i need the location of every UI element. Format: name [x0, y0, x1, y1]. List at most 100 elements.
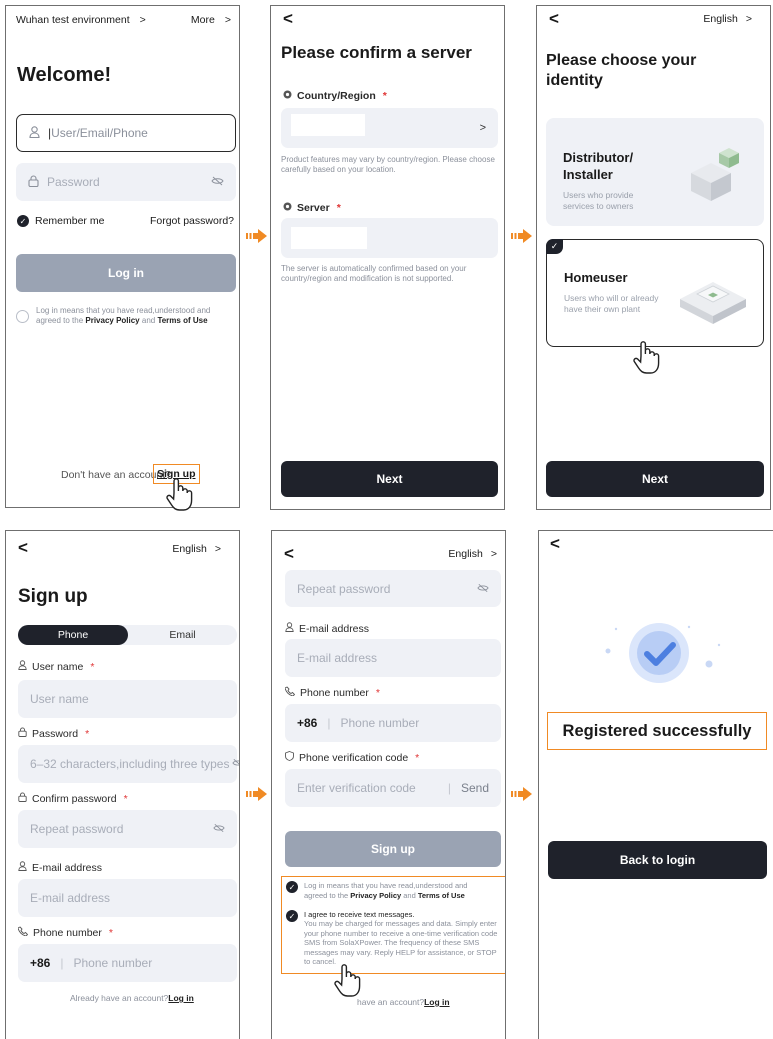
- arrow-right-icon: [246, 229, 267, 243]
- consent-text-2: agreed to the: [304, 890, 351, 900]
- next-button[interactable]: Next: [546, 461, 764, 497]
- page-title: Sign up: [18, 586, 88, 607]
- back-button[interactable]: <: [549, 9, 559, 29]
- password-label-row: Password *: [18, 727, 89, 740]
- tab-phone[interactable]: Phone: [18, 625, 128, 645]
- terms-link[interactable]: Terms of Use: [418, 891, 465, 900]
- login-button[interactable]: Log in: [16, 254, 236, 292]
- next-button[interactable]: Next: [281, 461, 498, 497]
- email-input[interactable]: E-mail address: [285, 639, 501, 677]
- country-code[interactable]: +86: [297, 716, 317, 730]
- language-label: English: [703, 13, 738, 25]
- consent-text: Log in means that you have read,understo…: [304, 881, 468, 890]
- language-selector[interactable]: English >: [703, 13, 752, 25]
- phone-input[interactable]: +86 | Phone number: [285, 704, 501, 742]
- have-account-row: have an account?Log in: [357, 997, 450, 1007]
- eye-off-icon[interactable]: [211, 175, 224, 189]
- privacy-consent-row[interactable]: ✓ Log in means that you have read,unders…: [286, 881, 467, 901]
- required-mark: *: [85, 727, 90, 740]
- arrow-right-icon: [246, 787, 267, 801]
- hand-pointer-icon: [334, 964, 361, 997]
- success-message: Registered successfully: [547, 712, 767, 750]
- environment-label: Wuhan test environment: [16, 14, 130, 26]
- chevron-right-icon: >: [479, 122, 486, 134]
- building-illustration-icon: [691, 148, 739, 201]
- send-code-button[interactable]: Send: [461, 781, 489, 795]
- agreement-text-2: agreed to the: [36, 316, 86, 326]
- verify-label: Phone verification code: [299, 751, 409, 764]
- remember-me-checkbox[interactable]: ✓ Remember me: [17, 215, 104, 227]
- password-input[interactable]: 6–32 characters,including three types: [18, 745, 239, 783]
- email-input[interactable]: E-mail address: [18, 879, 237, 917]
- phone-label-row: Phone number *: [17, 926, 113, 939]
- eye-off-icon[interactable]: [229, 757, 239, 771]
- redacted-value: [291, 114, 365, 136]
- password-placeholder: Password: [47, 175, 100, 189]
- login-link[interactable]: Log in: [168, 993, 194, 1003]
- phone-label: Phone number: [300, 686, 369, 699]
- eye-off-icon[interactable]: [213, 822, 225, 836]
- globe-icon: [283, 90, 292, 102]
- repeat-password-input[interactable]: Repeat password: [285, 570, 501, 607]
- back-button[interactable]: <: [18, 538, 28, 558]
- homeuser-card[interactable]: ✓ Homeuser Users who will or already hav…: [546, 239, 764, 347]
- forgot-password-link[interactable]: Forgot password?: [150, 215, 234, 227]
- verification-code-input[interactable]: Enter verification code | Send: [285, 769, 501, 807]
- have-account-text: have an account?: [357, 997, 425, 1007]
- back-button[interactable]: <: [283, 9, 293, 29]
- back-button[interactable]: <: [550, 534, 560, 554]
- confirm-server-screen: < Please confirm a server Country/Region…: [270, 5, 505, 510]
- back-to-login-button[interactable]: Back to login: [548, 841, 767, 879]
- distributor-title: Distributor/ Installer: [563, 150, 633, 184]
- confirm-placeholder: Repeat password: [30, 822, 124, 836]
- eye-off-icon[interactable]: [477, 582, 489, 596]
- sms-consent-title: I agree to receive text messages.: [304, 910, 415, 919]
- email-placeholder: E-mail address: [30, 891, 111, 905]
- and-text: and: [401, 890, 418, 900]
- user-placeholder: User/Email/Phone: [51, 126, 148, 140]
- user-icon: [18, 660, 27, 673]
- username-input[interactable]: User name: [18, 680, 237, 718]
- redacted-value: [291, 227, 367, 249]
- confirm-label: Confirm password: [32, 792, 117, 805]
- arrow-right-icon: [511, 787, 532, 801]
- country-label: Country/Region: [297, 90, 376, 102]
- agreement-radio[interactable]: [16, 310, 29, 323]
- signup-method-tabs: Phone Email: [18, 625, 237, 645]
- user-icon: [29, 125, 40, 141]
- confirm-password-input[interactable]: Repeat password: [18, 810, 237, 848]
- privacy-policy-link[interactable]: Privacy Policy: [350, 891, 401, 900]
- required-mark: *: [375, 686, 380, 699]
- user-input[interactable]: | User/Email/Phone: [16, 114, 236, 152]
- email-label-row: E-mail address: [18, 861, 102, 874]
- email-label: E-mail address: [32, 861, 103, 874]
- tab-email[interactable]: Email: [128, 625, 237, 645]
- sign-up-button[interactable]: Sign up: [285, 831, 501, 867]
- phone-input[interactable]: +86 | Phone number: [18, 944, 237, 982]
- more-menu[interactable]: More >: [191, 14, 231, 26]
- username-placeholder: User name: [30, 692, 89, 706]
- required-mark: *: [415, 751, 420, 764]
- distributor-card[interactable]: Distributor/ Installer Users who provide…: [546, 118, 764, 226]
- phone-label: Phone number: [33, 926, 102, 939]
- privacy-policy-link[interactable]: Privacy Policy: [85, 316, 139, 325]
- phone-placeholder: Phone number: [73, 956, 153, 970]
- country-code[interactable]: +86: [30, 956, 50, 970]
- required-mark: *: [90, 660, 95, 673]
- phone-label-row: Phone number *: [284, 686, 380, 699]
- back-button[interactable]: <: [284, 544, 294, 564]
- password-label: Password: [32, 727, 79, 740]
- registration-success-screen: < Registered successfully Back to login: [538, 530, 773, 1039]
- language-selector[interactable]: English >: [448, 548, 497, 560]
- country-select[interactable]: >: [281, 108, 498, 148]
- password-input[interactable]: Password: [16, 163, 236, 201]
- page-title: Please confirm a server: [281, 43, 472, 62]
- chevron-right-icon: >: [139, 14, 146, 26]
- language-selector[interactable]: English >: [172, 543, 221, 555]
- environment-selector[interactable]: Wuhan test environment >: [16, 14, 146, 26]
- login-link[interactable]: Log in: [424, 997, 450, 1007]
- sms-consent-row[interactable]: ✓ I agree to receive text messages. You …: [286, 910, 498, 966]
- terms-link[interactable]: Terms of Use: [157, 316, 207, 325]
- user-icon: [285, 622, 294, 635]
- consent-highlight-box: ✓ Log in means that you have read,unders…: [281, 876, 505, 974]
